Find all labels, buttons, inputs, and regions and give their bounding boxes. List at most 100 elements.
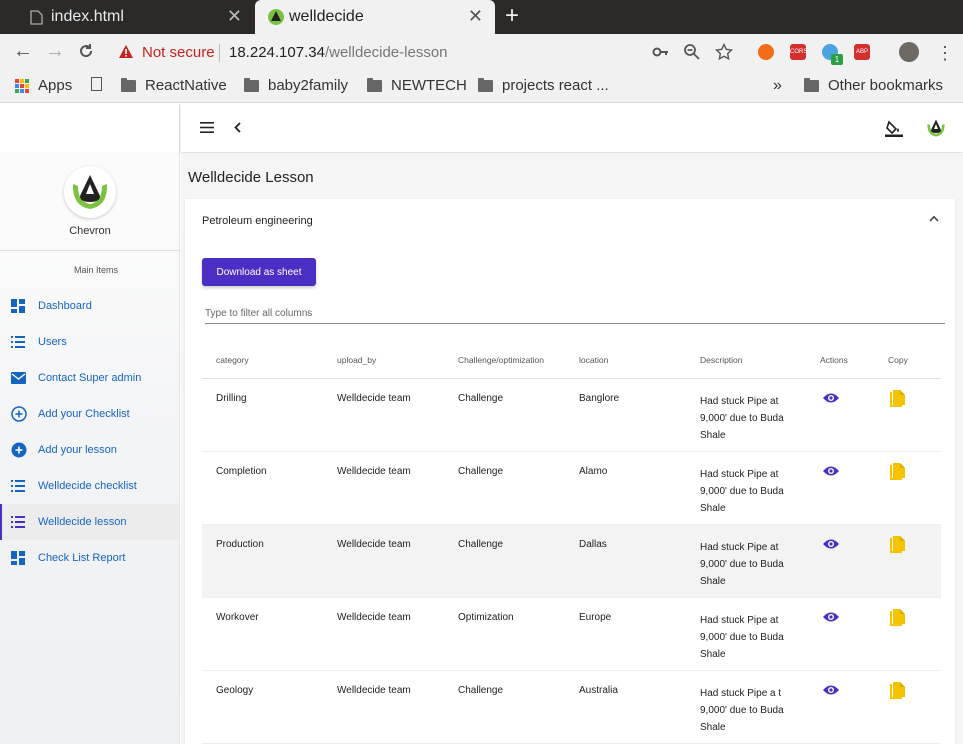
nav-check-list-report[interactable]: Check List Report	[0, 540, 179, 576]
folder-icon	[367, 77, 382, 92]
tab-index-html[interactable]: index.html ✕	[0, 0, 254, 34]
cell-category: Drilling	[216, 393, 247, 404]
nav-add-lesson[interactable]: Add your lesson	[0, 432, 179, 468]
nav-welldecide-checklist[interactable]: Welldecide checklist	[0, 468, 179, 504]
key-icon[interactable]	[652, 43, 670, 61]
nav-add-checklist[interactable]: Add your Checklist	[0, 396, 179, 432]
not-secure-label[interactable]: Not secure	[142, 44, 215, 61]
cell-location: Banglore	[579, 393, 620, 404]
cell-location: Dallas	[579, 539, 607, 550]
new-tab-icon[interactable]: +	[505, 4, 519, 28]
list-icon	[11, 516, 25, 528]
nav-label: Add your lesson	[38, 444, 117, 456]
mail-icon	[11, 372, 26, 384]
bookmark-page[interactable]	[91, 77, 111, 91]
profile-avatar[interactable]	[899, 42, 919, 62]
bookmark-label: ReactNative	[145, 77, 227, 94]
warning-icon[interactable]	[118, 44, 134, 59]
nav-users[interactable]: Users	[0, 324, 179, 360]
sidebar: Chevron Main Items Dashboard Users Conta…	[0, 104, 180, 744]
divider	[0, 250, 179, 251]
column-header-upload-by[interactable]: upload_by	[337, 355, 376, 365]
extension-orange-icon[interactable]	[758, 44, 774, 60]
column-header-category[interactable]: category	[216, 355, 249, 365]
back-arrow-icon[interactable]: ←	[13, 41, 33, 61]
list-icon	[11, 336, 25, 348]
add-circle-icon	[11, 442, 27, 458]
nav-label: Check List Report	[38, 552, 126, 564]
paint-bucket-icon[interactable]	[885, 119, 903, 137]
cell-upload-by: Welldecide team	[337, 539, 411, 550]
extension-cors-icon[interactable]: CORS	[790, 44, 807, 60]
list-icon	[11, 480, 25, 492]
view-eye-icon[interactable]	[822, 537, 840, 551]
table-row: Drilling Welldecide team Challenge Bangl…	[202, 379, 941, 452]
view-eye-icon[interactable]	[822, 391, 840, 405]
card-title[interactable]: Petroleum engineering	[202, 215, 313, 227]
column-header-location[interactable]: location	[579, 355, 608, 365]
add-circle-outline-icon	[11, 406, 27, 422]
page-icon	[91, 77, 102, 91]
folder-icon	[804, 77, 819, 92]
folder-icon	[121, 77, 136, 92]
address-bar[interactable]: 18.224.107.34/welldecide-lesson	[229, 44, 448, 61]
adblock-icon[interactable]: ABP	[854, 44, 870, 60]
nav-dashboard[interactable]: Dashboard	[0, 288, 179, 324]
nav-contact-super-admin[interactable]: Contact Super admin	[0, 360, 179, 396]
welldecide-logo-icon	[68, 170, 112, 214]
bookmark-label: projects react ...	[502, 77, 609, 94]
zoom-out-icon[interactable]	[683, 43, 701, 61]
copy-file-icon[interactable]	[890, 390, 906, 408]
bookmark-apps[interactable]: Apps	[15, 77, 72, 94]
cell-category: Completion	[216, 466, 267, 477]
view-eye-icon[interactable]	[822, 610, 840, 624]
star-icon[interactable]	[715, 43, 733, 61]
address-divider	[219, 44, 220, 62]
cell-category: Workover	[216, 612, 259, 623]
folder-icon	[244, 77, 259, 92]
extension-badge: 1	[831, 54, 843, 65]
nav-welldecide-lesson[interactable]: Welldecide lesson	[0, 504, 179, 540]
reload-icon[interactable]	[78, 43, 94, 59]
view-eye-icon[interactable]	[822, 464, 840, 478]
forward-arrow-icon[interactable]: →	[45, 41, 65, 61]
welldecide-favicon-icon	[268, 9, 284, 25]
copy-file-icon[interactable]	[890, 536, 906, 554]
cell-description: Had stuck Pipe at 9,000' due to Buda Sha…	[700, 396, 784, 441]
cell-type: Challenge	[458, 539, 504, 550]
nav-label: Welldecide checklist	[38, 480, 137, 492]
more-bookmarks-icon[interactable]: »	[773, 77, 782, 95]
filter-input[interactable]	[205, 304, 945, 324]
menu-icon[interactable]	[200, 122, 214, 133]
bookmark-newtech[interactable]: NEWTECH	[367, 77, 467, 94]
bookmark-baby2family[interactable]: baby2family	[244, 77, 348, 94]
copy-file-icon[interactable]	[890, 609, 906, 627]
column-header-description[interactable]: Description	[700, 355, 743, 365]
nav-label: Add your Checklist	[38, 408, 130, 420]
browser-menu-icon[interactable]: ⋮	[936, 43, 954, 63]
bookmark-projects-react[interactable]: projects react ...	[478, 77, 609, 94]
chevron-up-icon[interactable]	[929, 215, 939, 222]
nav-label: Contact Super admin	[38, 372, 142, 384]
cell-upload-by: Welldecide team	[337, 612, 411, 623]
close-tab-icon[interactable]: ✕	[227, 7, 242, 25]
welldecide-logo-icon[interactable]	[923, 115, 949, 141]
table-row: Workover Welldecide team Optimization Eu…	[202, 598, 941, 671]
section-label: Main Items	[73, 265, 118, 275]
copy-file-icon[interactable]	[890, 463, 906, 481]
tab-welldecide[interactable]: welldecide ✕	[255, 0, 495, 34]
nav-label: Users	[38, 336, 67, 348]
table-row: Completion Welldecide team Challenge Ala…	[202, 452, 941, 525]
column-header-actions: Actions	[820, 355, 848, 365]
close-tab-icon[interactable]: ✕	[468, 7, 483, 25]
bookmark-other[interactable]: Other bookmarks	[804, 77, 943, 94]
chevron-left-icon[interactable]	[234, 122, 241, 133]
copy-file-icon[interactable]	[890, 682, 906, 700]
bookmark-reactnative[interactable]: ReactNative	[121, 77, 227, 94]
table-row: Production Welldecide team Challenge Dal…	[202, 525, 941, 598]
cell-upload-by: Welldecide team	[337, 393, 411, 404]
download-sheet-button[interactable]: Download as sheet	[202, 258, 316, 286]
column-header-challenge[interactable]: Challenge/optimization	[458, 355, 544, 365]
nav-label: Dashboard	[38, 300, 92, 312]
view-eye-icon[interactable]	[822, 683, 840, 697]
